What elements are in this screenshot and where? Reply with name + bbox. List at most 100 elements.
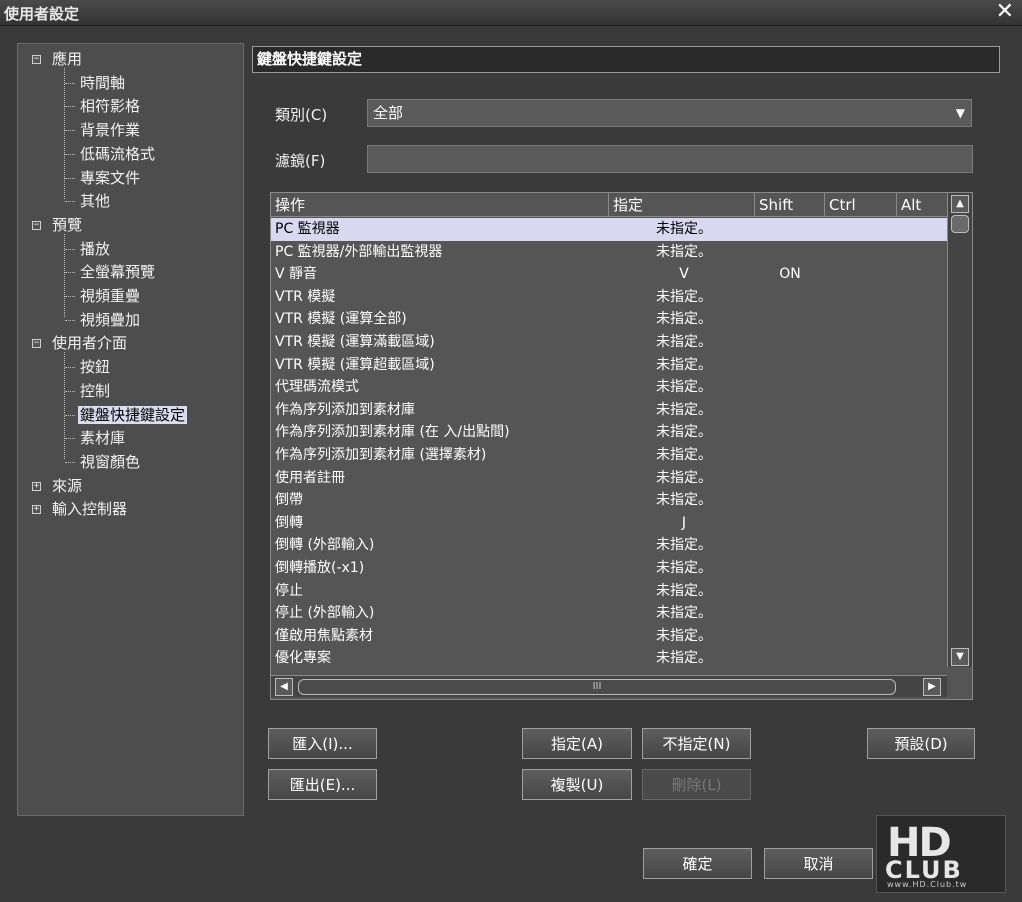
- tree-item[interactable]: 低碼流格式: [78, 143, 157, 165]
- vertical-scroll-thumb[interactable]: [951, 215, 969, 233]
- table-row[interactable]: VTR 模擬 (運算滿載區域) 未指定。: [271, 331, 947, 354]
- horizontal-scroll-thumb[interactable]: III: [298, 679, 896, 695]
- table-row[interactable]: VTR 模擬 (運算全部) 未指定。: [271, 308, 947, 331]
- key-cell: 未指定。: [656, 582, 712, 599]
- export-button[interactable]: 匯出(E)...: [268, 769, 377, 800]
- tree-group[interactable]: 使用者介面: [50, 332, 129, 354]
- collapse-icon[interactable]: −: [32, 339, 41, 349]
- key-cell: 未指定。: [656, 559, 712, 576]
- table-row[interactable]: VTR 模擬 未指定。: [271, 286, 947, 309]
- tree-item[interactable]: 背景作業: [78, 119, 142, 141]
- tree-item-label: 素材庫: [80, 429, 126, 448]
- action-cell: VTR 模擬 (運算滿載區域): [275, 333, 435, 350]
- table-row[interactable]: 倒轉 (外部輸入) 未指定。: [271, 534, 947, 557]
- tree-item-label: 視頻疊加: [80, 310, 141, 329]
- key-cell: 未指定。: [656, 446, 712, 463]
- close-icon[interactable]: ✕: [996, 0, 1014, 24]
- key-cell: 未指定。: [656, 356, 712, 373]
- tree-item[interactable]: 相符影格: [78, 95, 142, 117]
- copy-button[interactable]: 複製(U): [522, 769, 632, 800]
- tree-group[interactable]: 預覽: [50, 214, 84, 236]
- vertical-scrollbar[interactable]: ▲ ▼: [947, 193, 972, 667]
- column-header-action[interactable]: 操作: [271, 193, 609, 217]
- action-cell: 使用者註冊: [275, 469, 345, 486]
- tree-connector: [65, 82, 75, 84]
- tree-item[interactable]: 專案文件: [78, 167, 142, 189]
- key-cell: V: [679, 266, 689, 283]
- table-row[interactable]: 使用者註冊 未指定。: [271, 467, 947, 490]
- key-cell: 未指定。: [656, 650, 712, 667]
- column-header-alt[interactable]: Alt: [897, 193, 947, 217]
- table-row[interactable]: 作為序列添加到素材庫 (在 入/出點間) 未指定。: [271, 421, 947, 444]
- scroll-right-icon[interactable]: ▶: [923, 678, 941, 696]
- key-cell: 未指定。: [656, 288, 712, 305]
- cancel-button[interactable]: 取消: [764, 848, 873, 879]
- tree-group[interactable]: 輸入控制器: [50, 498, 129, 520]
- delete-button[interactable]: 刪除(L): [642, 769, 751, 800]
- table-row[interactable]: 代理碼流模式 未指定。: [271, 376, 947, 399]
- tree-connector: [65, 153, 75, 155]
- key-cell: 未指定。: [656, 311, 712, 328]
- column-header-key[interactable]: 指定: [609, 193, 755, 217]
- window-title: 使用者設定: [4, 5, 80, 23]
- column-header-ctrl[interactable]: Ctrl: [825, 193, 897, 217]
- tree-item[interactable]: 視頻重疊: [78, 285, 142, 307]
- tree-item[interactable]: 視窗顏色: [78, 451, 142, 473]
- assign-button[interactable]: 指定(A): [522, 728, 632, 759]
- default-button[interactable]: 預設(D): [867, 728, 975, 759]
- tree-item[interactable]: 播放: [78, 238, 112, 260]
- tree-item-label: 按鈕: [80, 358, 111, 377]
- settings-tree: − 應用 時間軸 相符影格 背景作業 低碼流格式 專案文件 其他 − 預覽 播放 全螢幕預覽 視頻重疊視…: [17, 43, 244, 816]
- category-dropdown[interactable]: 全部 ▼: [367, 99, 972, 127]
- tree-item[interactable]: 素材庫: [78, 427, 127, 449]
- tree-item[interactable]: 控制: [78, 380, 112, 402]
- table-row[interactable]: PC 監視器 未指定。: [271, 218, 947, 241]
- table-row[interactable]: 停止 未指定。: [271, 580, 947, 603]
- tree-connector: [65, 130, 75, 132]
- table-row[interactable]: 作為序列添加到素材庫 (選擇素材) 未指定。: [271, 444, 947, 467]
- table-row[interactable]: 倒轉播放(-x1) 未指定。: [271, 557, 947, 580]
- action-cell: 僅啟用焦點素材: [275, 627, 373, 644]
- table-row[interactable]: V 靜音 V ON: [271, 263, 947, 286]
- filter-input[interactable]: [367, 145, 973, 173]
- table-header: 操作 指定 Shift Ctrl Alt: [271, 193, 947, 217]
- tree-item[interactable]: 按鈕: [78, 356, 112, 378]
- tree-item[interactable]: 鍵盤快捷鍵設定: [78, 404, 188, 426]
- expand-icon[interactable]: +: [32, 481, 41, 491]
- collapse-icon[interactable]: −: [32, 220, 41, 230]
- table-row[interactable]: 優化專案 未指定。: [271, 647, 947, 667]
- tree-group[interactable]: 來源: [50, 475, 84, 497]
- tree-connector: [65, 319, 75, 321]
- table-row[interactable]: 作為序列添加到素材庫 未指定。: [271, 399, 947, 422]
- tree-item-label: 控制: [80, 381, 111, 400]
- scroll-up-icon[interactable]: ▲: [951, 195, 969, 213]
- table-row[interactable]: 僅啟用焦點素材 未指定。: [271, 625, 947, 648]
- horizontal-scrollbar[interactable]: ◀ III ▶: [271, 675, 947, 697]
- tree-connector: [65, 461, 75, 463]
- tree-item[interactable]: 時間軸: [78, 72, 127, 94]
- tree-connector: [65, 414, 75, 416]
- expand-icon[interactable]: +: [32, 505, 41, 515]
- table-row[interactable]: VTR 模擬 (運算超載區域) 未指定。: [271, 354, 947, 377]
- table-row[interactable]: 倒帶 未指定。: [271, 489, 947, 512]
- table-row[interactable]: PC 監視器/外部輸出監視器 未指定。: [271, 241, 947, 264]
- unassign-button[interactable]: 不指定(N): [642, 728, 751, 759]
- tree-item[interactable]: 其他: [78, 190, 112, 212]
- action-cell: 作為序列添加到素材庫: [275, 401, 415, 418]
- table-row[interactable]: 倒轉 J: [271, 512, 947, 535]
- table-row[interactable]: 停止 (外部輸入) 未指定。: [271, 602, 947, 625]
- scroll-left-icon[interactable]: ◀: [275, 678, 293, 696]
- tree-item[interactable]: 全螢幕預覽: [78, 261, 157, 283]
- import-button[interactable]: 匯入(I)...: [268, 728, 377, 759]
- ok-button[interactable]: 確定: [643, 848, 752, 879]
- column-header-shift[interactable]: Shift: [755, 193, 825, 217]
- tree-item-label: 全螢幕預覽: [80, 263, 156, 282]
- collapse-icon[interactable]: −: [32, 55, 41, 64]
- chevron-down-icon: ▼: [955, 106, 965, 120]
- tree-group[interactable]: 應用: [50, 48, 84, 70]
- action-cell: VTR 模擬 (運算全部): [275, 311, 407, 328]
- action-cell: 代理碼流模式: [275, 379, 359, 396]
- tree-item[interactable]: 視頻疊加: [78, 309, 142, 331]
- scroll-down-icon[interactable]: ▼: [951, 648, 969, 666]
- tree-connector: [65, 106, 75, 108]
